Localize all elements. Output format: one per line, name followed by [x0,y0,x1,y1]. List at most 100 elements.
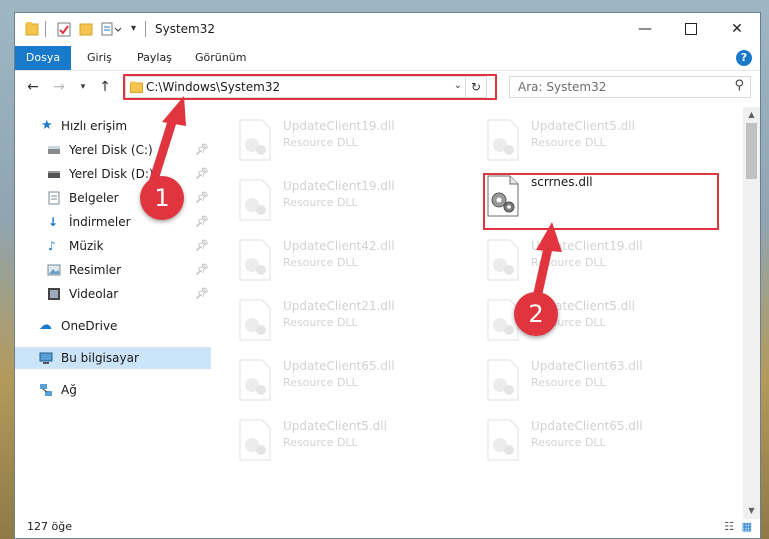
file-item[interactable]: UpdateClient5.dll Resource DLL [485,113,725,165]
pin-icon[interactable]: 📌︎ [195,187,209,209]
large-icons-view-icon[interactable]: ▦ [742,516,752,538]
back-button[interactable]: ← [23,77,43,97]
file-name: UpdateClient19.dll [531,239,643,253]
close-icon: ✕ [731,21,743,37]
vertical-scrollbar[interactable]: ▲ ▼ [743,107,760,519]
customize-toolbar-icon[interactable] [101,21,123,37]
file-item[interactable]: UpdateClient65.dll Resource DLL [237,353,477,405]
file-item[interactable]: UpdateClient19.dll Resource DLL [237,113,477,165]
dll-file-icon [239,419,271,461]
sidebar-item-disk-d[interactable]: Yerel Disk (D:) 📌︎ [15,163,211,185]
dll-file-icon [487,419,519,461]
dll-file-icon [487,239,519,281]
pin-icon[interactable]: 📌︎ [195,235,209,257]
window-title: System32 [155,22,216,36]
item-count: 127 öğe [27,520,72,533]
minimize-button[interactable]: — [622,13,668,45]
pin-icon[interactable]: 📌︎ [195,211,209,233]
dropdown-arrow-icon[interactable]: ▾ [131,23,136,39]
recent-locations-button[interactable]: ▾ [73,77,93,97]
back-arrow-icon: ← [27,79,39,95]
address-row: ← → ▾ ↑ C:\Windows\System32 ⌄ ↻ Ara: Sys… [15,71,760,103]
ribbon-tabs: Dosya Giriş Paylaş Görünüm ? [15,46,760,71]
pin-icon[interactable]: 📌︎ [195,163,209,185]
minimize-icon: — [638,21,652,37]
maximize-icon [685,23,697,35]
file-name: UpdateClient65.dll [531,419,643,433]
file-type: Resource DLL [283,256,358,269]
pin-icon[interactable]: 📌︎ [195,259,209,281]
navigation-pane: ★ Hızlı erişim Yerel Disk (C:) 📌︎ Yerel … [15,107,211,507]
properties-icon[interactable] [57,21,71,37]
sidebar-item-music[interactable]: ♪ Müzik 📌︎ [15,235,211,257]
sidebar-item-network[interactable]: Ağ [15,379,211,401]
file-name: UpdateClient19.dll [283,179,395,193]
details-view-icon[interactable]: ☷ [724,516,734,538]
file-name: UpdateClient21.dll [283,299,395,313]
sidebar-item-downloads[interactable]: ↓ İndirmeler 📌︎ [15,211,211,233]
videos-icon [48,288,60,300]
file-item[interactable]: UpdateClient5.dll Resource DLL [237,413,477,465]
sidebar-item-label: Müzik [69,239,104,253]
file-name: UpdateClient65.dll [283,359,395,373]
sidebar-item-label: İndirmeler [69,215,131,229]
tab-share[interactable]: Paylaş [137,46,172,70]
file-type: Resource DLL [283,316,358,329]
file-type: Resource DLL [531,136,606,149]
sidebar-item-pictures[interactable]: Resimler 📌︎ [15,259,211,281]
step-2-badge: 2 [514,292,558,336]
scroll-up-icon[interactable]: ▲ [743,107,760,123]
search-box[interactable]: Ara: System32 ⚲ [509,76,751,98]
maximize-button[interactable] [668,13,714,45]
file-item[interactable]: UpdateClient19.dll Resource DLL [237,173,477,225]
tab-view[interactable]: Görünüm [195,46,246,70]
step-1-badge: 1 [140,176,184,220]
sidebar-item-label: Videolar [69,287,119,301]
sidebar-item-videos[interactable]: Videolar 📌︎ [15,283,211,305]
close-button[interactable]: ✕ [714,13,760,45]
new-folder-icon[interactable] [79,21,93,37]
quick-access-label: Hızlı erişim [61,119,128,133]
search-icon[interactable]: ⚲ [734,78,744,93]
scrollbar-thumb[interactable] [746,123,757,179]
dll-file-icon [239,119,271,161]
file-name: UpdateClient42.dll [283,239,395,253]
dll-file-icon [487,359,519,401]
computer-icon [39,352,53,364]
up-arrow-icon: ↑ [99,79,111,95]
pin-icon[interactable]: 📌︎ [195,139,209,161]
explorer-window: ▾ System32 — ✕ Dosya Giriş Paylaş Görünü… [14,12,761,539]
address-highlight-box [123,74,497,100]
sidebar-item-onedrive[interactable]: ☁ OneDrive [15,315,211,337]
file-item[interactable]: UpdateClient63.dll Resource DLL [485,353,725,405]
sidebar-item-label: Ağ [61,383,77,397]
sidebar-item-label: Belgeler [69,191,119,205]
tab-file[interactable]: Dosya [15,46,71,70]
file-item[interactable]: UpdateClient42.dll Resource DLL [237,233,477,285]
help-icon[interactable]: ? [736,50,752,66]
dll-file-icon [487,119,519,161]
file-type: Resource DLL [283,196,358,209]
pin-icon[interactable]: 📌︎ [195,283,209,305]
dll-file-icon [239,239,271,281]
file-list: UpdateClient19.dll Resource DLL UpdateCl… [213,107,747,519]
file-item[interactable]: UpdateClient65.dll Resource DLL [485,413,725,465]
file-item[interactable]: UpdateClient19.dll Resource DLL [485,233,725,285]
drive-icon [48,146,60,154]
tab-home[interactable]: Giriş [87,46,112,70]
forward-button[interactable]: → [49,77,69,97]
file-type: Resource DLL [531,376,606,389]
sidebar-item-label: Resimler [69,263,122,277]
search-input[interactable]: Ara: System32 [518,80,606,94]
file-type: Resource DLL [283,436,358,449]
file-item[interactable]: UpdateClient21.dll Resource DLL [237,293,477,345]
dll-file-icon [239,179,271,221]
sidebar-item-disk-c[interactable]: Yerel Disk (C:) 📌︎ [15,139,211,161]
pictures-icon [47,264,61,276]
separator [45,21,46,37]
up-button[interactable]: ↑ [95,77,115,97]
sidebar-item-this-pc[interactable]: Bu bilgisayar [15,347,211,369]
file-type: Resource DLL [531,436,606,449]
quick-access[interactable]: ★ Hızlı erişim [15,115,211,137]
download-icon: ↓ [48,215,59,229]
